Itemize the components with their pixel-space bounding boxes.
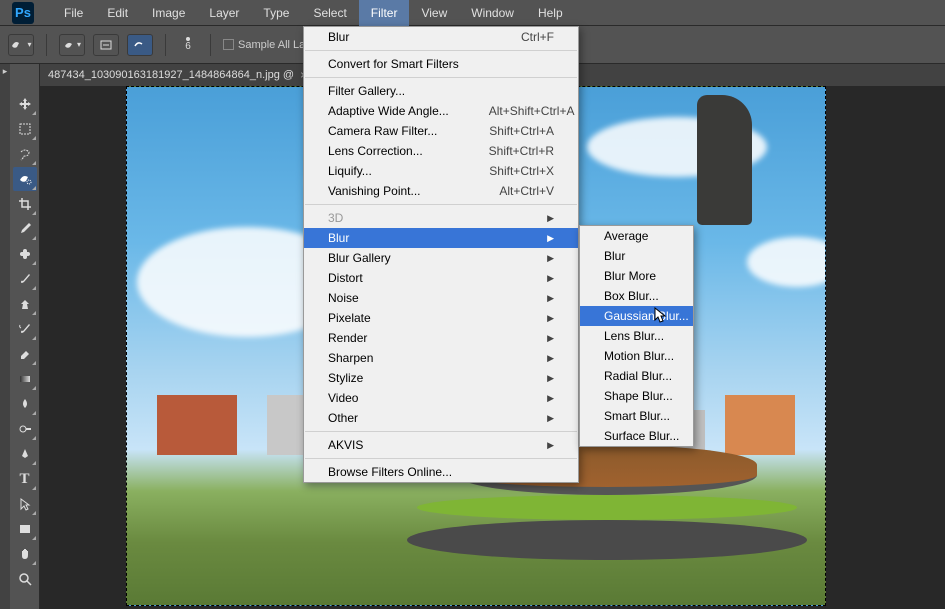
type-tool[interactable]: T bbox=[13, 467, 37, 491]
filter-noise[interactable]: Noise▶ bbox=[304, 288, 578, 308]
filter-adaptive-wide-angle[interactable]: Adaptive Wide Angle...Alt+Shift+Ctrl+A bbox=[304, 101, 578, 121]
checkbox-icon bbox=[223, 39, 234, 50]
filter-camera-raw[interactable]: Camera Raw Filter...Shift+Ctrl+A bbox=[304, 121, 578, 141]
filter-last[interactable]: BlurCtrl+F bbox=[304, 27, 578, 47]
blur-smart[interactable]: Smart Blur... bbox=[580, 406, 693, 426]
blur-tool[interactable] bbox=[13, 392, 37, 416]
document-tab[interactable]: 487434_103090163181927_1484864864_n.jpg … bbox=[48, 68, 307, 82]
blur-surface[interactable]: Surface Blur... bbox=[580, 426, 693, 446]
filter-3d: 3D▶ bbox=[304, 208, 578, 228]
blur-blur[interactable]: Blur bbox=[580, 246, 693, 266]
filter-blur-submenu[interactable]: Blur▶ bbox=[304, 228, 578, 248]
blur-box[interactable]: Box Blur... bbox=[580, 286, 693, 306]
tool-preset-picker[interactable]: ▾ bbox=[8, 34, 34, 56]
filter-stylize[interactable]: Stylize▶ bbox=[304, 368, 578, 388]
history-brush-tool[interactable] bbox=[13, 317, 37, 341]
blur-gaussian[interactable]: Gaussian Blur... bbox=[580, 306, 693, 326]
brush-tool[interactable] bbox=[13, 267, 37, 291]
menu-image[interactable]: Image bbox=[140, 0, 197, 26]
panel-gutter[interactable]: ▸ bbox=[0, 64, 10, 609]
blur-lens[interactable]: Lens Blur... bbox=[580, 326, 693, 346]
filter-blur-gallery[interactable]: Blur Gallery▶ bbox=[304, 248, 578, 268]
hand-tool[interactable] bbox=[13, 542, 37, 566]
clone-stamp-tool[interactable] bbox=[13, 292, 37, 316]
brush-option-2[interactable] bbox=[127, 34, 153, 56]
path-selection-tool[interactable] bbox=[13, 492, 37, 516]
blur-shape[interactable]: Shape Blur... bbox=[580, 386, 693, 406]
statue bbox=[697, 95, 752, 225]
menu-edit[interactable]: Edit bbox=[95, 0, 140, 26]
filter-other[interactable]: Other▶ bbox=[304, 408, 578, 428]
filter-pixelate[interactable]: Pixelate▶ bbox=[304, 308, 578, 328]
filter-convert-smart[interactable]: Convert for Smart Filters bbox=[304, 54, 578, 74]
filter-browse-online[interactable]: Browse Filters Online... bbox=[304, 462, 578, 482]
menu-layer[interactable]: Layer bbox=[197, 0, 251, 26]
move-tool[interactable] bbox=[13, 92, 37, 116]
document-tab-title: 487434_103090163181927_1484864864_n.jpg … bbox=[48, 69, 294, 81]
brush-size-value[interactable]: 6 bbox=[178, 41, 198, 52]
blur-radial[interactable]: Radial Blur... bbox=[580, 366, 693, 386]
zoom-tool[interactable] bbox=[13, 567, 37, 591]
lasso-tool[interactable] bbox=[13, 142, 37, 166]
filter-akvis[interactable]: AKVIS▶ bbox=[304, 435, 578, 455]
brush-preset-picker[interactable]: ▾ bbox=[59, 34, 85, 56]
brush-option-1[interactable] bbox=[93, 34, 119, 56]
menu-select[interactable]: Select bbox=[301, 0, 358, 26]
pen-tool[interactable] bbox=[13, 442, 37, 466]
filter-distort[interactable]: Distort▶ bbox=[304, 268, 578, 288]
marquee-tool[interactable] bbox=[13, 117, 37, 141]
blur-average[interactable]: Average bbox=[580, 226, 693, 246]
eyedropper-tool[interactable] bbox=[13, 217, 37, 241]
menu-view[interactable]: View bbox=[409, 0, 459, 26]
quick-selection-tool[interactable] bbox=[13, 167, 37, 191]
menubar: Ps File Edit Image Layer Type Select Fil… bbox=[0, 0, 945, 26]
menu-filter[interactable]: Filter bbox=[359, 0, 410, 26]
blur-submenu: Average Blur Blur More Box Blur... Gauss… bbox=[579, 225, 694, 447]
filter-video[interactable]: Video▶ bbox=[304, 388, 578, 408]
blur-motion[interactable]: Motion Blur... bbox=[580, 346, 693, 366]
building bbox=[157, 395, 237, 455]
menu-type[interactable]: Type bbox=[251, 0, 301, 26]
dodge-tool[interactable] bbox=[13, 417, 37, 441]
cursor-icon bbox=[654, 307, 668, 325]
gradient-tool[interactable] bbox=[13, 367, 37, 391]
menu-help[interactable]: Help bbox=[526, 0, 575, 26]
menu-window[interactable]: Window bbox=[459, 0, 526, 26]
filter-liquify[interactable]: Liquify...Shift+Ctrl+X bbox=[304, 161, 578, 181]
tools-panel: T bbox=[10, 64, 40, 609]
app-logo: Ps bbox=[12, 2, 34, 24]
menu-file[interactable]: File bbox=[52, 0, 95, 26]
crop-tool[interactable] bbox=[13, 192, 37, 216]
filter-lens-correction[interactable]: Lens Correction...Shift+Ctrl+R bbox=[304, 141, 578, 161]
blur-blur-more[interactable]: Blur More bbox=[580, 266, 693, 286]
filter-sharpen[interactable]: Sharpen▶ bbox=[304, 348, 578, 368]
filter-vanishing-point[interactable]: Vanishing Point...Alt+Ctrl+V bbox=[304, 181, 578, 201]
healing-brush-tool[interactable] bbox=[13, 242, 37, 266]
filter-dropdown: BlurCtrl+F Convert for Smart Filters Fil… bbox=[303, 26, 579, 483]
filter-render[interactable]: Render▶ bbox=[304, 328, 578, 348]
eraser-tool[interactable] bbox=[13, 342, 37, 366]
filter-gallery[interactable]: Filter Gallery... bbox=[304, 81, 578, 101]
rectangle-tool[interactable] bbox=[13, 517, 37, 541]
